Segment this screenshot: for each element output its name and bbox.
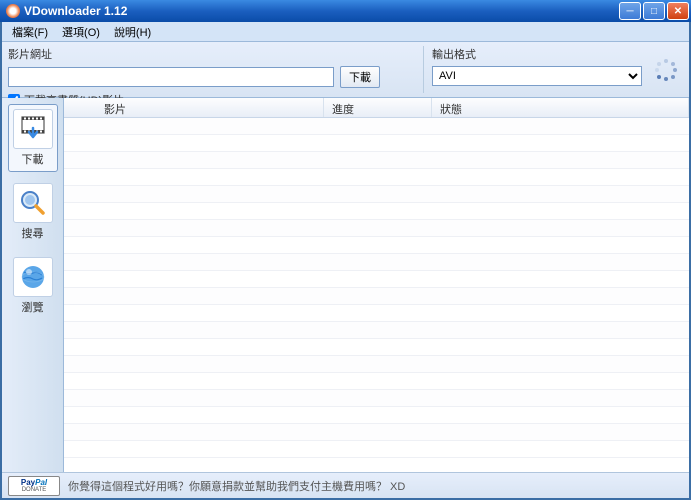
list-row (64, 169, 689, 186)
list-row (64, 322, 689, 339)
list-row (64, 339, 689, 356)
format-label: 輸出格式 (432, 46, 643, 62)
list-header: 影片 進度 狀態 (64, 98, 689, 118)
menu-options[interactable]: 選項(O) (56, 22, 106, 42)
list-row (64, 152, 689, 169)
download-list: 影片 進度 狀態 (64, 98, 689, 472)
url-input[interactable] (8, 67, 334, 87)
list-row (64, 254, 689, 271)
status-message: 你覺得這個程式好用嗎？你願意捐款並幫助我們支付主機費用嗎？ XD (68, 478, 405, 494)
close-button[interactable]: ✕ (667, 2, 689, 20)
list-row (64, 237, 689, 254)
sidebar: 下載 搜尋 (2, 98, 64, 472)
sidebar-item-search[interactable]: 搜尋 (8, 178, 58, 246)
list-row (64, 118, 689, 135)
magnifier-icon (13, 183, 53, 223)
sidebar-item-label: 搜尋 (22, 225, 44, 241)
list-row (64, 305, 689, 322)
sidebar-item-label: 下載 (22, 151, 44, 167)
list-row (64, 441, 689, 458)
list-row (64, 390, 689, 407)
menubar: 檔案(F) 選項(O) 說明(H) (2, 22, 689, 42)
menu-help[interactable]: 說明(H) (108, 22, 157, 42)
list-row (64, 220, 689, 237)
toolbar: 影片網址 下載 下載高畫質(HD)影片 輸出格式 AVI (2, 42, 689, 98)
list-body[interactable] (64, 118, 689, 472)
loading-spinner-icon (655, 59, 677, 81)
list-row (64, 373, 689, 390)
sidebar-item-label: 瀏覽 (22, 299, 44, 315)
app-icon (6, 4, 20, 18)
url-label: 影片網址 (8, 46, 417, 62)
list-row (64, 203, 689, 220)
list-row (64, 424, 689, 441)
list-row (64, 288, 689, 305)
list-row (64, 356, 689, 373)
minimize-button[interactable]: ─ (619, 2, 641, 20)
sidebar-item-browse[interactable]: 瀏覽 (8, 252, 58, 320)
col-progress[interactable]: 進度 (324, 98, 432, 117)
sidebar-item-download[interactable]: 下載 (8, 104, 58, 172)
col-status[interactable]: 狀態 (432, 98, 689, 117)
format-select[interactable]: AVI (432, 66, 642, 86)
titlebar: VDownloader 1.12 ─ □ ✕ (0, 0, 691, 22)
statusbar: PayPal DONATE 你覺得這個程式好用嗎？你願意捐款並幫助我們支付主機費… (2, 472, 689, 498)
menu-file[interactable]: 檔案(F) (6, 22, 54, 42)
maximize-button[interactable]: □ (643, 2, 665, 20)
download-button[interactable]: 下載 (340, 66, 380, 88)
list-row (64, 407, 689, 424)
list-row (64, 186, 689, 203)
paypal-donate-button[interactable]: PayPal DONATE (8, 476, 60, 496)
globe-icon (13, 257, 53, 297)
list-row (64, 135, 689, 152)
window-title: VDownloader 1.12 (24, 4, 619, 18)
list-row (64, 271, 689, 288)
film-download-icon (13, 109, 53, 149)
col-video[interactable]: 影片 (64, 98, 324, 117)
